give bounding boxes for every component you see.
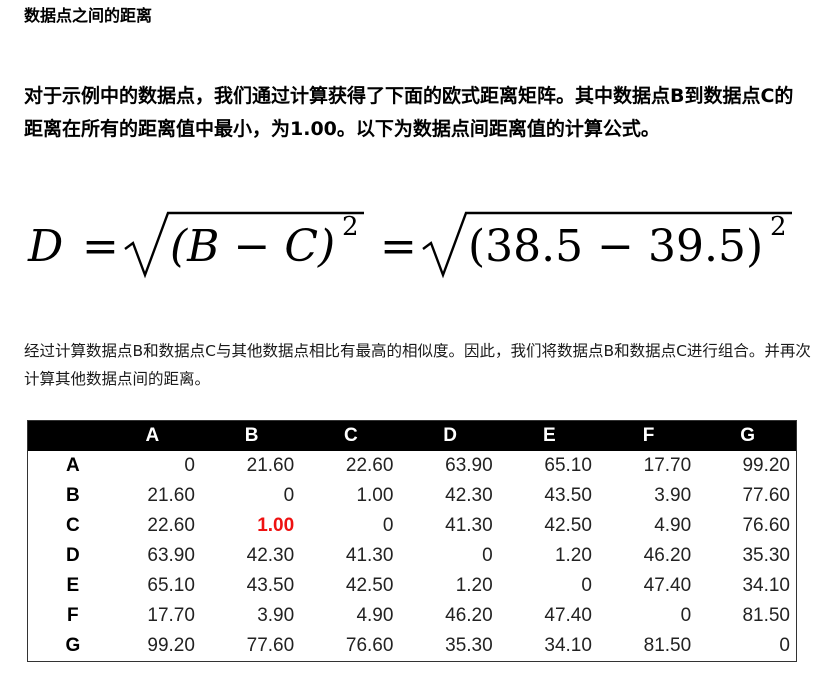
matrix-row-label: E xyxy=(66,575,80,596)
matrix-cell: 22.60 xyxy=(147,515,195,536)
matrix-cell: 0 xyxy=(382,515,394,536)
matrix-cell: 42.30 xyxy=(246,545,295,566)
matrix-cell: 3.90 xyxy=(257,605,295,626)
matrix-row: G 99.20 77.60 76.60 35.30 34.10 81.50 0 xyxy=(28,631,797,662)
matrix-cell: 99.20 xyxy=(147,635,195,656)
matrix-column-header: C xyxy=(300,420,400,451)
matrix-row: F 17.70 3.90 4.90 46.20 47.40 0 81.50 xyxy=(28,601,797,631)
matrix-cell: 0 xyxy=(482,545,493,566)
matrix-cell: 1.20 xyxy=(455,575,493,596)
matrix-row-label: D xyxy=(65,545,80,566)
matrix-cell: 41.30 xyxy=(445,515,493,536)
matrix-cell: 46.20 xyxy=(445,605,493,626)
intro-paragraph: 对于示例中的数据点，我们通过计算获得了下面的欧式距离矩阵。其中数据点B到数据点C… xyxy=(24,85,794,140)
matrix-column-header: G xyxy=(697,420,797,451)
matrix-cell: 81.50 xyxy=(643,635,692,656)
matrix-cell: 3.90 xyxy=(654,485,692,506)
matrix-cell: 4.90 xyxy=(654,515,692,536)
matrix-cell: 1.00 xyxy=(356,485,394,506)
formula-graphic: D = (B − C) 2 = (38.5 − 39.5) 2 xyxy=(27,211,792,279)
matrix-cell: 35.30 xyxy=(742,545,790,566)
matrix-row: D 63.90 42.30 41.30 0 1.20 46.20 35.30 xyxy=(28,541,797,571)
matrix-cell: 63.90 xyxy=(147,545,195,566)
matrix-cell: 43.50 xyxy=(544,485,592,506)
matrix-cell: 47.40 xyxy=(643,575,692,596)
formula-middle-exponent: 2 xyxy=(342,212,359,242)
matrix-cell: 34.10 xyxy=(544,635,592,656)
matrix-cell: 65.10 xyxy=(147,575,195,596)
matrix-cell: 76.60 xyxy=(742,515,790,536)
matrix-row-label: B xyxy=(65,485,80,506)
matrix-cell: 63.90 xyxy=(445,455,493,476)
matrix-cell: 1.20 xyxy=(554,545,592,566)
distance-matrix-table: A B C D E F G A 0 21.60 22.60 63.90 65.1… xyxy=(27,420,797,662)
matrix-cell: 4.90 xyxy=(356,605,394,626)
result-paragraph: 经过计算数据点B和数据点C与其他数据点相比有最高的相似度。因此，我们将数据点B和… xyxy=(24,342,811,388)
matrix-column-header: B xyxy=(200,420,301,451)
matrix-row: C 22.60 1.00 0 41.30 42.50 4.90 76.60 xyxy=(28,511,797,541)
matrix-cell: 0 xyxy=(283,485,295,506)
matrix-cell: 42.50 xyxy=(544,515,592,536)
matrix-cell: 21.60 xyxy=(246,455,295,476)
matrix-row-label: G xyxy=(65,635,81,656)
matrix-cell-min-distance: 1.00 xyxy=(257,515,295,536)
matrix-column-header: D xyxy=(399,420,499,451)
matrix-cell: 41.30 xyxy=(345,545,394,566)
matrix-cell: 43.50 xyxy=(246,575,295,596)
matrix-cell: 99.20 xyxy=(742,455,790,476)
matrix-cell: 46.20 xyxy=(643,545,692,566)
matrix-cell: 0 xyxy=(779,635,790,656)
matrix-cell: 22.60 xyxy=(345,455,394,476)
matrix-cell: 17.70 xyxy=(147,605,195,626)
matrix-cell: 17.70 xyxy=(643,455,692,476)
formula-right-expr: (38.5 − 39.5) xyxy=(468,221,763,272)
matrix-cell: 81.50 xyxy=(742,605,790,626)
matrix-row: A 0 21.60 22.60 63.90 65.10 17.70 99.20 xyxy=(28,451,797,481)
matrix-cell: 47.40 xyxy=(544,605,592,626)
matrix-cell: 76.60 xyxy=(345,635,394,656)
matrix-cell: 77.60 xyxy=(742,485,790,506)
matrix-row-label: F xyxy=(67,605,79,626)
matrix-corner-cell xyxy=(27,420,102,451)
matrix-row-label: A xyxy=(65,455,80,476)
matrix-column-header: E xyxy=(498,420,598,451)
matrix-cell: 65.10 xyxy=(544,455,592,476)
matrix-header-row: A B C D E F G xyxy=(27,420,797,451)
matrix-cell: 77.60 xyxy=(246,635,295,656)
matrix-column-header: F xyxy=(597,420,698,451)
formula-right-exponent: 2 xyxy=(770,212,787,242)
formula-equals-2: = xyxy=(380,221,417,272)
matrix-row: E 65.10 43.50 42.50 1.20 0 47.40 34.10 xyxy=(28,571,797,601)
matrix-row: B 21.60 0 1.00 42.30 43.50 3.90 77.60 xyxy=(28,481,797,511)
matrix-cell: 35.30 xyxy=(445,635,493,656)
section-title: 数据点之间的距离 xyxy=(24,6,153,25)
formula-lhs: D xyxy=(27,221,63,272)
matrix-cell: 0 xyxy=(184,455,195,476)
matrix-cell: 42.50 xyxy=(345,575,394,596)
formula-middle-expr: (B − C) xyxy=(170,221,335,272)
matrix-cell: 0 xyxy=(581,575,592,596)
matrix-cell: 42.30 xyxy=(445,485,493,506)
formula-equals-1: = xyxy=(82,221,119,272)
matrix-cell: 21.60 xyxy=(147,485,195,506)
matrix-row-label: C xyxy=(65,515,80,536)
matrix-cell: 0 xyxy=(680,605,692,626)
matrix-cell: 34.10 xyxy=(742,575,790,596)
distance-formula: D = (B − C) 2 = (38.5 − 39.5) 2 xyxy=(24,195,814,295)
matrix-column-header: A xyxy=(101,420,201,451)
